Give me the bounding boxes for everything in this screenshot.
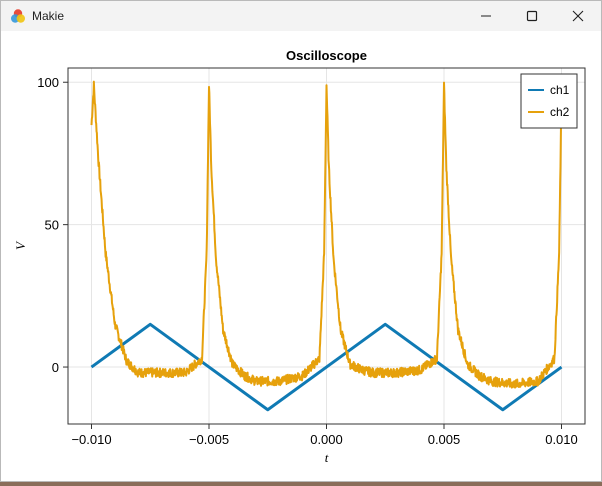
close-icon — [572, 10, 584, 22]
x-tick-label: −0.005 — [189, 432, 229, 447]
close-button[interactable] — [555, 1, 601, 31]
x-tick-label: 0.010 — [545, 432, 578, 447]
title-bar[interactable]: Makie — [1, 1, 601, 31]
y-axis-label: V — [13, 240, 28, 250]
legend-label-ch2: ch2 — [550, 105, 570, 119]
maximize-icon — [526, 10, 538, 22]
y-tick-label: 0 — [52, 360, 59, 375]
maximize-button[interactable] — [509, 1, 555, 31]
y-tick-label: 100 — [37, 75, 59, 90]
legend[interactable]: ch1 ch2 — [520, 73, 578, 129]
x-axis-label: t — [325, 450, 329, 465]
chart-title: Oscilloscope — [286, 48, 367, 63]
makie-logo-icon — [11, 9, 25, 23]
plot-area[interactable]: −0.010 −0.005 0.000 0.005 0.010 0 50 100 Oscill… — [1, 31, 601, 481]
minimize-icon — [481, 15, 491, 17]
x-tick-label: 0.005 — [428, 432, 461, 447]
axis-ticks: −0.010 −0.005 0.000 0.005 0.010 0 50 100 — [37, 75, 577, 447]
minimize-button[interactable] — [463, 1, 509, 31]
y-tick-label: 50 — [45, 218, 59, 233]
x-tick-label: −0.010 — [71, 432, 111, 447]
oscilloscope-chart[interactable]: −0.010 −0.005 0.000 0.005 0.010 0 50 100 Oscill… — [1, 31, 601, 481]
legend-label-ch1: ch1 — [550, 83, 570, 97]
x-tick-label: 0.000 — [310, 432, 343, 447]
window-title: Makie — [32, 9, 65, 23]
app-window: Makie −0.010 −0.005 0.000 0.005 0.010 0 50 100 — [0, 0, 602, 482]
